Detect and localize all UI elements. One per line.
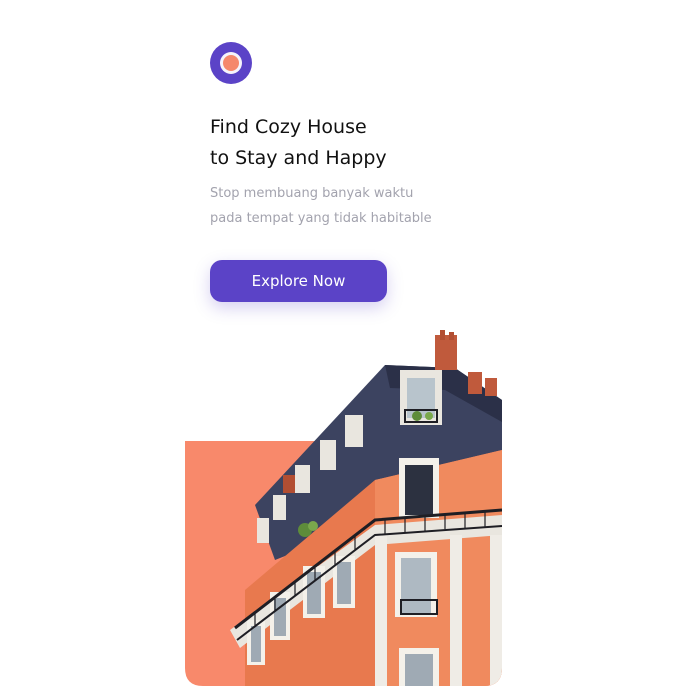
subtitle-line-2: pada tempat yang tidak habitable <box>210 211 432 226</box>
hero-building-image <box>185 330 502 686</box>
title-line-2: to Stay and Happy <box>210 147 387 169</box>
page-subtitle: Stop membuang banyak waktu pada tempat y… <box>210 181 432 231</box>
subtitle-line-1: Stop membuang banyak waktu <box>210 186 414 201</box>
app-logo-icon <box>210 42 252 84</box>
page-title: Find Cozy House to Stay and Happy <box>210 112 387 174</box>
explore-now-button[interactable]: Explore Now <box>210 260 387 302</box>
title-line-1: Find Cozy House <box>210 116 367 138</box>
